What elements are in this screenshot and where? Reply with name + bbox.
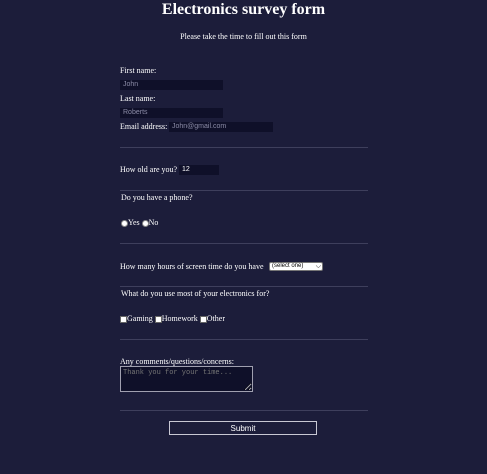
page-subtitle: Please take the time to fill out this fo… bbox=[180, 32, 307, 41]
phone-yes-radio[interactable] bbox=[121, 219, 128, 227]
divider bbox=[120, 339, 368, 340]
phone-options: Yes No bbox=[121, 218, 158, 228]
phone-question: Do you have a phone? bbox=[121, 193, 193, 202]
usage-question: What do you use most of your electronics… bbox=[121, 289, 270, 298]
usage-options: Gaming Homework Other bbox=[120, 314, 225, 324]
divider bbox=[120, 286, 368, 287]
gaming-label: Gaming bbox=[127, 314, 153, 323]
first-name-label: First name: bbox=[120, 66, 157, 75]
screen-time-selected: (select one) bbox=[272, 263, 304, 269]
last-name-label: Last name: bbox=[120, 94, 156, 103]
screen-time-label: How many hours of screen time do you hav… bbox=[120, 262, 264, 271]
other-label: Other bbox=[206, 314, 225, 323]
page-title: Electronics survey form bbox=[161, 1, 326, 18]
divider bbox=[120, 190, 368, 191]
gaming-checkbox[interactable] bbox=[120, 315, 127, 323]
email-label: Email address: bbox=[120, 122, 168, 131]
submit-button[interactable]: Submit bbox=[169, 421, 317, 435]
divider bbox=[120, 410, 368, 411]
divider bbox=[120, 147, 368, 148]
chevron-down-icon: ⌵ bbox=[315, 263, 321, 270]
age-input[interactable]: 12 bbox=[179, 165, 219, 175]
age-label: How old are you? bbox=[120, 165, 178, 174]
divider bbox=[120, 243, 368, 244]
other-checkbox[interactable] bbox=[199, 315, 207, 323]
email-field[interactable]: John@gmail.com bbox=[169, 122, 273, 132]
comments-textarea[interactable] bbox=[120, 366, 253, 392]
phone-yes-label: Yes bbox=[128, 218, 140, 227]
homework-checkbox[interactable] bbox=[154, 315, 162, 323]
phone-no-radio[interactable] bbox=[141, 219, 149, 227]
last-name-field[interactable]: Roberts bbox=[120, 108, 223, 118]
first-name-field[interactable]: John bbox=[120, 80, 223, 90]
homework-label: Homework bbox=[161, 314, 198, 323]
screen-time-select[interactable]: (select one) ⌵ bbox=[269, 262, 323, 271]
phone-no-label: No bbox=[148, 218, 159, 227]
